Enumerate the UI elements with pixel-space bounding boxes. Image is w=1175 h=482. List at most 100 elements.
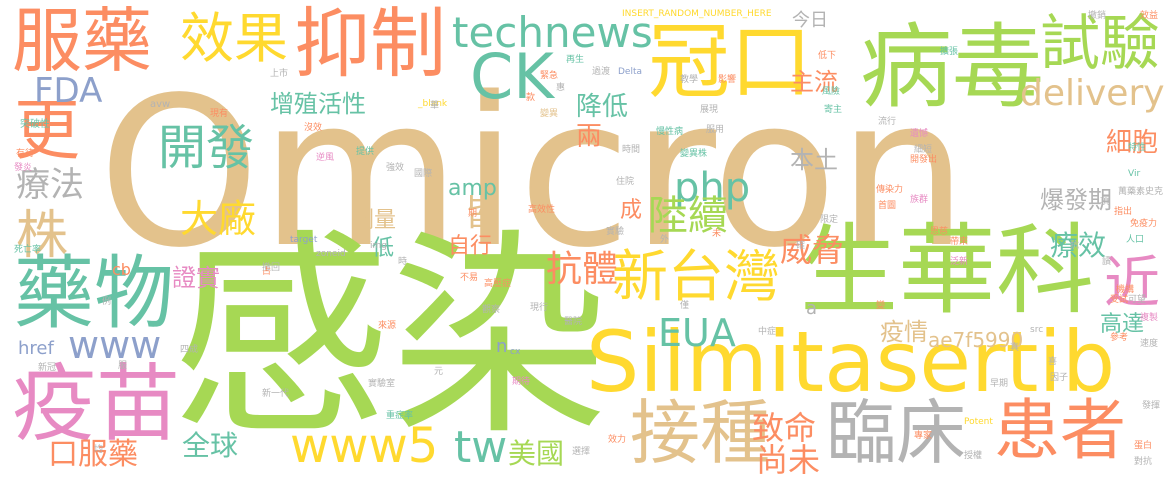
word: 大廠 [180,197,257,241]
word: 抗體 [546,249,619,290]
word: 療法 [16,165,84,205]
word: 時 [398,257,408,267]
word: 真 [1010,343,1020,353]
word: 國際 [414,169,433,179]
word: 致命 [752,409,817,447]
word: www5 [290,418,439,474]
word: 恩慈 [930,227,949,237]
word: FDA [34,71,103,111]
word: 增殖活性 [270,90,366,118]
word: 族群 [910,195,929,205]
word: 速度 [1140,339,1159,349]
word: 複製 [1140,313,1159,323]
word-cloud: Omicron 感染 Silmitasertib 病毒 生華科 冠口 抑制 服藥… [0,0,1175,482]
word: img [370,241,387,251]
word: 授權 [964,451,983,461]
word: 喜 [1048,357,1058,367]
word: Potent [964,417,993,427]
word: 死亡率 [14,245,42,255]
word: tw [454,422,508,473]
word: 醫院 [564,317,583,327]
word: target [290,235,318,245]
word: a [806,298,818,319]
word: 撤銷 [1088,11,1107,21]
word: ae7f5990 [928,328,1024,352]
word: 例 [102,297,112,307]
word: 遺憾 [910,129,929,139]
word: 限定 [820,215,839,225]
word: 實驗 [606,227,625,237]
word: 參考 [1110,333,1129,343]
word: 提供 [356,147,375,157]
word: 華 [430,101,440,111]
word: 抑制 [294,0,446,88]
word: cx [510,347,521,357]
word: 緊急 [540,71,559,81]
word: 疫情 [880,318,928,346]
word: 均 [94,445,104,455]
word: 慢性病 [656,127,684,137]
word: 效益 [1140,11,1159,21]
word: 早期 [990,379,1009,389]
word: 僅 [680,301,690,311]
word: 新台灣 [612,245,780,310]
word: 未 [712,229,722,239]
word: 證實 [172,264,220,292]
word: 患者 [994,392,1126,469]
word: 傳染力 [876,185,904,195]
word: 威脅 [780,231,845,269]
word: delivery [1020,73,1165,114]
word: 成 [620,198,643,223]
word: 病毒 [860,14,1045,121]
word: 實驗室 [368,379,396,389]
word: 免疫力 [1130,219,1158,229]
word: Delta [618,67,643,77]
word: 口服藥 [48,437,138,472]
word: n [496,336,508,357]
word: 惠 [556,83,566,93]
word: 本土 [790,146,838,174]
word: 不易 [460,273,479,283]
word: 美國 [508,437,565,470]
word: 觀察 [482,305,501,315]
word: 元 [434,367,444,377]
word: 現有 [210,109,229,119]
word: 帶來 [950,237,969,247]
word: src [1030,325,1044,335]
word: 新一代 [262,389,290,399]
word: 開發出 [910,155,938,165]
word: 影響 [718,75,737,85]
word: 再生 [566,55,585,65]
word: 強效 [386,163,405,173]
word: zoneid [316,249,346,259]
word: 變異株 [680,149,708,159]
word: 劑量 [352,208,397,233]
word: 指出 [1114,207,1133,217]
word: 全球 [182,429,239,462]
word: 尚未 [756,441,821,479]
word: 中症 [758,327,777,337]
word: 寄主 [824,105,843,115]
word: 發揮 [1142,401,1161,411]
word: 過渡 [592,67,611,77]
word: www [68,323,162,367]
word: 風險 [822,87,841,97]
word: 機構 [1116,285,1135,295]
word: 外 [660,235,670,245]
word: 低下 [818,51,837,61]
word: 服用 [706,125,725,135]
word: 泛新 [950,257,969,267]
word: 服藥 [12,0,152,82]
word: 特性 [1128,143,1147,153]
word: 現行 [530,303,549,313]
word: 因子 [1050,373,1069,383]
word: href [18,338,54,359]
word: 冠口 [648,15,813,110]
word: 擴張 [940,47,959,57]
word: 接種 [630,392,770,474]
word: 今日 [792,10,828,31]
word: 降低 [576,92,629,122]
word: 項 [1100,197,1110,207]
word: 疫苗 [12,355,181,453]
word: 效果 [180,7,288,70]
